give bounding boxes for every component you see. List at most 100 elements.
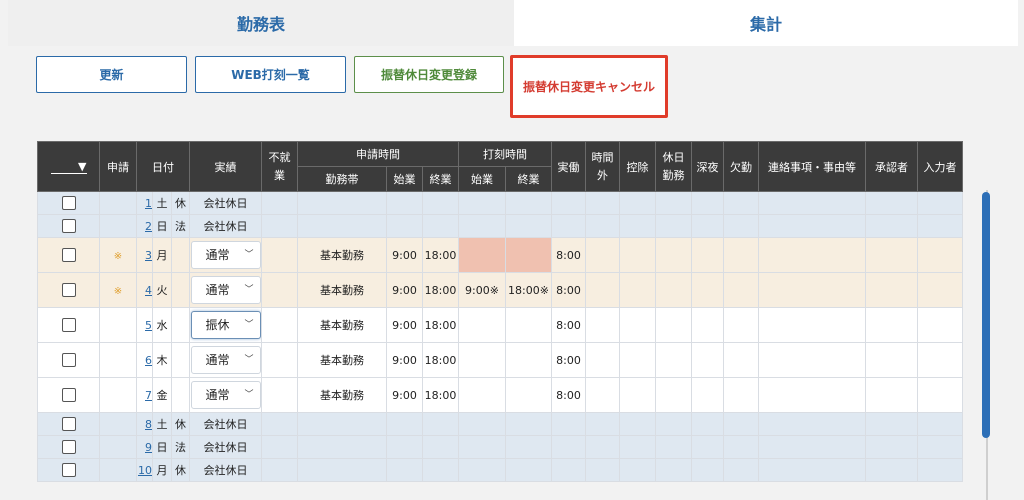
day-link[interactable]: 10	[138, 464, 152, 477]
approver-cell	[865, 412, 918, 436]
table-row: ※ 3 月 通常 ﹀ 基本勤務 9:00 18:00 8:00	[37, 237, 963, 273]
header-worked: 実働	[551, 141, 586, 192]
row-checkbox[interactable]	[61, 388, 76, 402]
table-row: 7 金 通常 ﹀ 基本勤務 9:00 18:00 8:00	[37, 377, 963, 413]
web-punch-list-button[interactable]: WEB打刻一覧	[195, 56, 346, 93]
deduction-cell	[619, 458, 656, 482]
checkbox-cell[interactable]	[37, 342, 100, 378]
weekday-cell: 日	[152, 214, 172, 238]
day-link[interactable]: 9	[145, 441, 152, 454]
apply-mark-cell: ※	[99, 237, 137, 273]
day-link[interactable]: 6	[145, 354, 152, 367]
checkbox-cell[interactable]	[37, 237, 100, 273]
row-checkbox[interactable]	[61, 417, 76, 431]
tab-attendance[interactable]: 勤務表	[8, 0, 514, 46]
worked-cell	[551, 412, 586, 436]
notes-cell	[758, 237, 866, 273]
actual-select[interactable]: 通常 ﹀	[190, 346, 261, 374]
day-link[interactable]: 4	[145, 284, 152, 297]
checkbox-cell[interactable]	[37, 435, 100, 459]
scrollbar-thumb[interactable]	[982, 192, 990, 438]
checkbox-cell[interactable]	[37, 191, 100, 215]
apply-mark-cell	[99, 191, 137, 215]
approver-cell	[865, 237, 918, 273]
actual-cell: 通常 ﹀	[189, 342, 262, 378]
notes-cell	[758, 191, 866, 215]
day-cell[interactable]: 5	[136, 307, 153, 343]
day-link[interactable]: 7	[145, 389, 152, 402]
actual-select[interactable]: 通常 ﹀	[190, 381, 261, 409]
row-checkbox[interactable]	[61, 463, 76, 477]
inputter-cell	[917, 191, 963, 215]
day-link[interactable]: 3	[145, 249, 152, 262]
late-night-cell	[691, 237, 724, 273]
sort-dropdown-icon[interactable]: ▼	[50, 160, 87, 174]
day-cell[interactable]: 4	[136, 272, 153, 308]
checkbox-cell[interactable]	[37, 458, 100, 482]
substitute-holiday-cancel-button[interactable]: 振替休日変更キャンセル	[510, 55, 668, 118]
start-cell	[386, 214, 423, 238]
actual-select[interactable]: 通常 ﹀	[190, 241, 261, 269]
start-cell	[386, 458, 423, 482]
shift-cell	[297, 412, 387, 436]
checkbox-cell[interactable]	[37, 307, 100, 343]
shift-cell	[297, 214, 387, 238]
day-link[interactable]: 5	[145, 319, 152, 332]
day-cell[interactable]: 8	[136, 412, 153, 436]
actual-select[interactable]: 振休 ﹀	[190, 311, 261, 339]
day-cell[interactable]: 3	[136, 237, 153, 273]
day-cell[interactable]: 6	[136, 342, 153, 378]
day-cell[interactable]: 10	[136, 458, 153, 482]
not-working-cell	[261, 458, 298, 482]
row-checkbox[interactable]	[61, 248, 76, 262]
checkbox-cell[interactable]	[37, 377, 100, 413]
header-punch-start: 始業	[458, 166, 506, 192]
row-checkbox[interactable]	[61, 196, 76, 210]
apply-mark-cell	[99, 412, 137, 436]
row-checkbox[interactable]	[61, 219, 76, 233]
inputter-cell	[917, 342, 963, 378]
row-checkbox[interactable]	[61, 353, 76, 367]
end-cell: 18:00	[422, 377, 459, 413]
row-checkbox[interactable]	[61, 318, 76, 332]
approver-cell	[865, 307, 918, 343]
table-row: 10 月休会社休日	[37, 458, 963, 482]
row-checkbox[interactable]	[61, 283, 76, 297]
checkbox-cell[interactable]	[37, 272, 100, 308]
sort-header[interactable]: ▼	[37, 141, 100, 192]
apply-mark: ※	[113, 285, 123, 297]
punch-end-cell	[505, 307, 552, 343]
overtime-cell	[585, 214, 620, 238]
overtime-cell	[585, 435, 620, 459]
punch-start-cell	[458, 342, 506, 378]
day-cell[interactable]: 2	[136, 214, 153, 238]
day-link[interactable]: 2	[145, 220, 152, 233]
overtime-cell	[585, 377, 620, 413]
checkbox-cell[interactable]	[37, 214, 100, 238]
day-cell[interactable]: 1	[136, 191, 153, 215]
actual-select[interactable]: 通常 ﹀	[190, 276, 261, 304]
refresh-button[interactable]: 更新	[36, 56, 187, 93]
row-checkbox[interactable]	[61, 440, 76, 454]
tab-summary[interactable]: 集計	[514, 0, 1018, 46]
header-notes: 連絡事項・事由等	[758, 141, 866, 192]
inputter-cell	[917, 458, 963, 482]
punch-start-cell	[458, 412, 506, 436]
punch-start-cell	[458, 458, 506, 482]
day-link[interactable]: 1	[145, 197, 152, 210]
table-row: 1 土休会社休日	[37, 191, 963, 215]
shift-cell	[297, 191, 387, 215]
overtime-cell	[585, 237, 620, 273]
inputter-cell	[917, 272, 963, 308]
day-cell[interactable]: 7	[136, 377, 153, 413]
absence-cell	[723, 214, 759, 238]
punch-end-cell	[505, 412, 552, 436]
apply-mark-cell: ※	[99, 272, 137, 308]
day-cell[interactable]: 9	[136, 435, 153, 459]
day-link[interactable]: 8	[145, 418, 152, 431]
holiday-work-cell	[655, 237, 692, 273]
substitute-holiday-register-button[interactable]: 振替休日変更登録	[354, 56, 504, 93]
not-working-cell	[261, 272, 298, 308]
checkbox-cell[interactable]	[37, 412, 100, 436]
apply-mark-cell	[99, 458, 137, 482]
